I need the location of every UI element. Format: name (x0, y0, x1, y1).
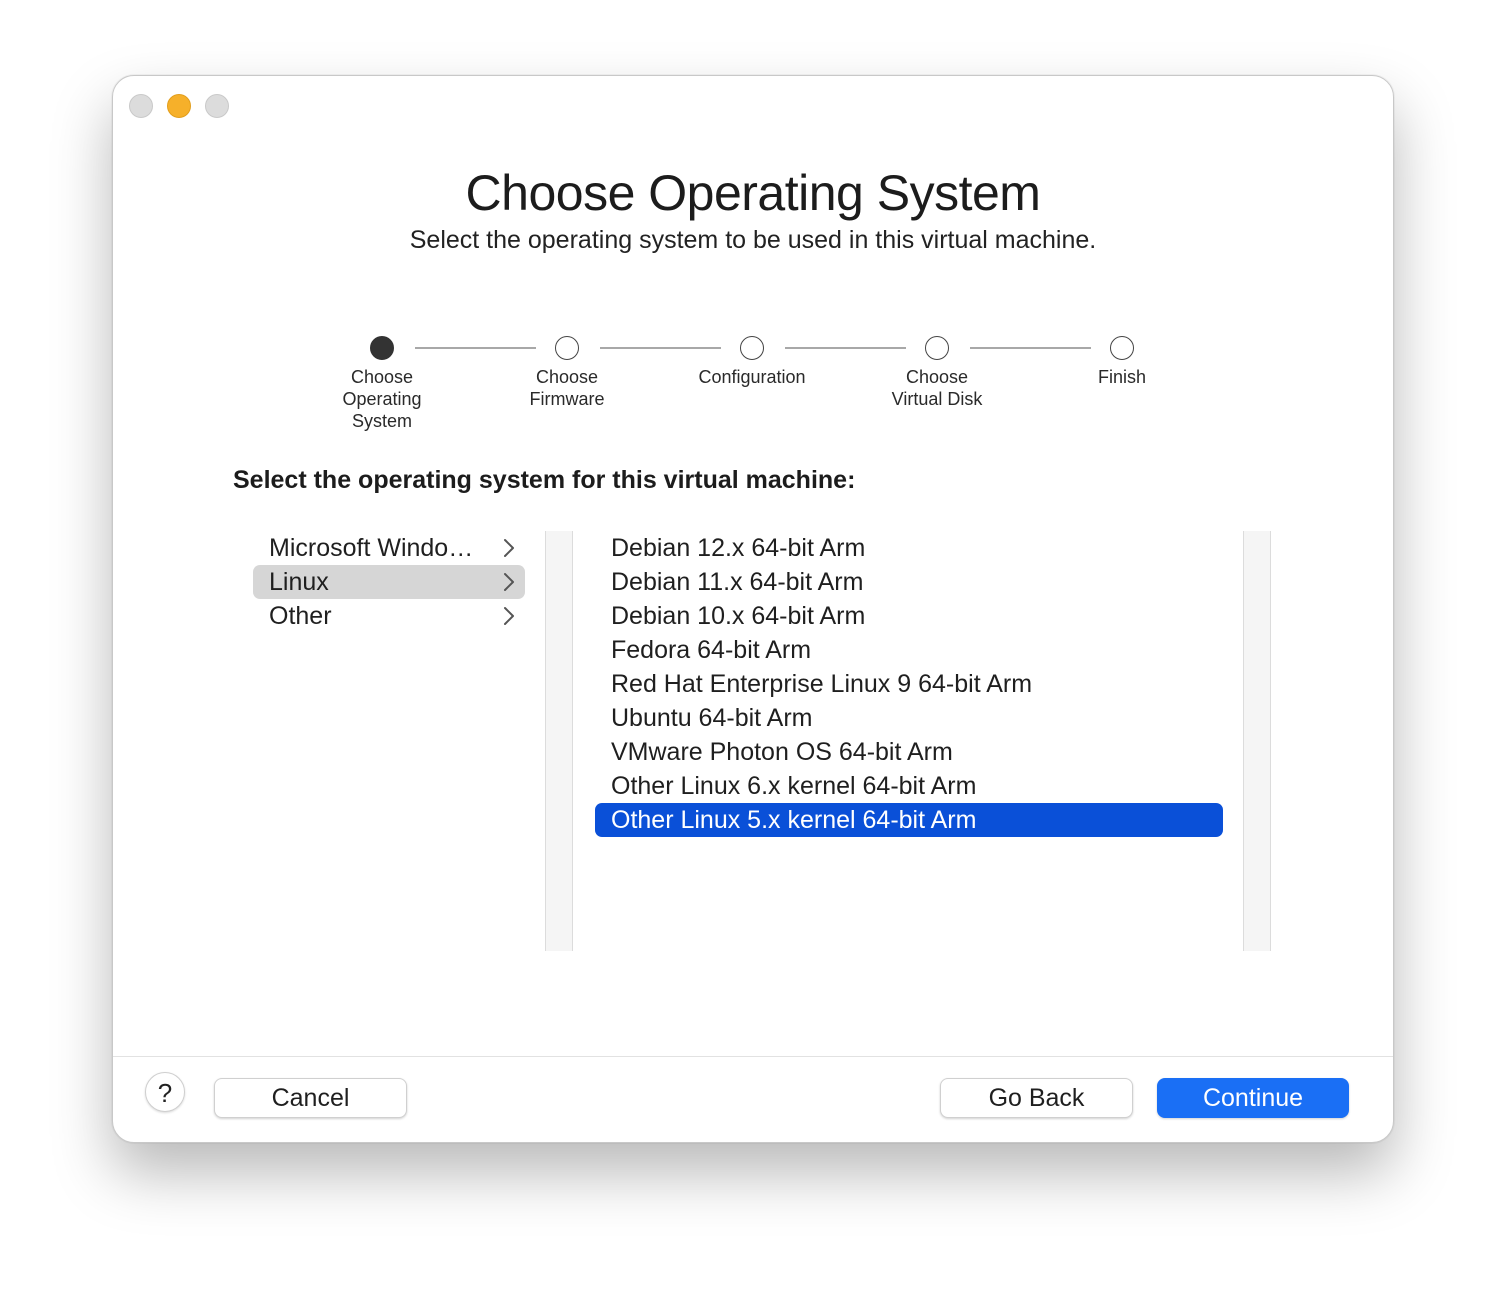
step-choose-virtual-disk: Choose Virtual Disk (857, 336, 1017, 410)
step-label: Configuration (698, 367, 806, 387)
chevron-right-icon (503, 531, 515, 565)
os-item[interactable]: Debian 11.x 64-bit Arm (595, 565, 1223, 599)
page-title: Choose Operating System (465, 165, 1041, 221)
os-prompt-heading: Select the operating system for this vir… (233, 466, 856, 494)
close-window-button[interactable] (129, 94, 153, 118)
step-label: Choose Operating System (342, 367, 422, 431)
os-item[interactable]: Debian 12.x 64-bit Arm (595, 531, 1223, 565)
cancel-button[interactable]: Cancel (214, 1078, 407, 1118)
step-label: Choose Firmware (529, 367, 605, 409)
step-configuration: Configuration (672, 336, 832, 388)
step-label: Finish (1097, 367, 1146, 387)
os-version-list: Debian 12.x 64-bit Arm Debian 11.x 64-bi… (595, 531, 1223, 837)
footer-divider (113, 1056, 1393, 1057)
help-button[interactable]: ? (145, 1072, 185, 1112)
chevron-right-icon (503, 565, 515, 599)
zoom-window-button[interactable] (205, 94, 229, 118)
column-resize-divider[interactable] (1243, 531, 1271, 951)
step-indicator (925, 336, 949, 360)
chevron-right-icon (503, 599, 515, 633)
step-choose-os: Choose Operating System (302, 336, 462, 432)
os-item[interactable]: Ubuntu 64-bit Arm (595, 701, 1223, 735)
step-indicator (1110, 336, 1134, 360)
os-item[interactable]: Debian 10.x 64-bit Arm (595, 599, 1223, 633)
step-current-indicator (370, 336, 394, 360)
minimize-window-button[interactable] (167, 94, 191, 118)
step-label: Choose Virtual Disk (891, 367, 983, 409)
vm-wizard-window: Choose Operating System Select the opera… (112, 75, 1394, 1143)
category-label: Other (269, 602, 332, 630)
step-choose-firmware: Choose Firmware (487, 336, 647, 410)
column-resize-divider[interactable] (545, 531, 573, 951)
go-back-button[interactable]: Go Back (940, 1078, 1133, 1118)
step-indicator (555, 336, 579, 360)
category-label: Linux (269, 568, 329, 596)
category-label: Microsoft Windo… (269, 534, 474, 562)
category-item-linux[interactable]: Linux (253, 565, 525, 599)
os-item[interactable]: Other Linux 6.x kernel 64-bit Arm (595, 769, 1223, 803)
continue-button[interactable]: Continue (1157, 1078, 1349, 1118)
step-indicator (740, 336, 764, 360)
step-finish: Finish (1042, 336, 1202, 388)
window-controls (129, 94, 229, 118)
page-subtitle: Select the operating system to be used i… (409, 226, 1097, 254)
os-item-selected[interactable]: Other Linux 5.x kernel 64-bit Arm (595, 803, 1223, 837)
category-item-windows[interactable]: Microsoft Windo… (253, 531, 525, 565)
category-item-other[interactable]: Other (253, 599, 525, 633)
os-item[interactable]: Red Hat Enterprise Linux 9 64-bit Arm (595, 667, 1223, 701)
os-item[interactable]: Fedora 64-bit Arm (595, 633, 1223, 667)
os-category-list: Microsoft Windo… Linux Other (253, 531, 525, 633)
os-item[interactable]: VMware Photon OS 64-bit Arm (595, 735, 1223, 769)
